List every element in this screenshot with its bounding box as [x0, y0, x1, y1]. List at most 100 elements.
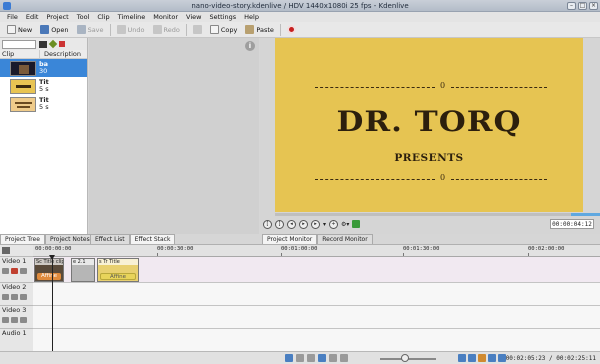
forward-button[interactable]: ▸	[311, 219, 320, 229]
set-zone-start-button[interactable]: [	[263, 219, 272, 229]
track-header-video-3[interactable]: Video 3	[0, 306, 33, 329]
audio-thumbnail-icon[interactable]	[468, 354, 476, 362]
timeline-tools-icon[interactable]	[2, 247, 10, 254]
monitor-screen[interactable]: 0 DR. TORQ PRESENTS 0	[275, 38, 583, 212]
menu-edit[interactable]: Edit	[22, 12, 43, 22]
track-height-icon[interactable]	[329, 354, 337, 362]
razor-tool-icon[interactable]	[296, 354, 304, 362]
menu-project[interactable]: Project	[42, 12, 72, 22]
select-tool-icon[interactable]	[285, 354, 293, 362]
tab-effect-list[interactable]: Effect List	[90, 234, 130, 244]
ruler-tick	[281, 253, 282, 256]
tab-project-notes[interactable]: Project Notes	[44, 234, 95, 244]
check-icon[interactable]	[352, 220, 361, 228]
thumbnail-toggle-icon[interactable]	[458, 354, 466, 362]
lock-icon[interactable]	[2, 294, 9, 300]
tab-project-monitor[interactable]: Project Monitor	[262, 234, 318, 244]
track-lane-video-3[interactable]	[33, 306, 600, 329]
tab-effect-stack[interactable]: Effect Stack	[129, 234, 176, 244]
minimize-button[interactable]: –	[567, 2, 576, 10]
menu-bar: File Edit Project Tool Clip Timeline Mon…	[0, 12, 600, 22]
menu-help[interactable]: Help	[240, 12, 263, 22]
tab-record-monitor[interactable]: Record Monitor	[317, 234, 373, 244]
effect-badge: Affine	[100, 273, 136, 280]
divider-line-top-left	[315, 87, 435, 88]
set-zone-end-button[interactable]: ]	[275, 219, 284, 229]
undo-icon	[116, 25, 126, 34]
record-button[interactable]	[283, 23, 300, 37]
clip-search-input[interactable]	[2, 39, 36, 49]
markers-toggle-icon[interactable]	[478, 354, 486, 362]
delete-clip-icon[interactable]	[59, 41, 65, 47]
copy-button[interactable]: Copy	[206, 23, 242, 37]
timeline-clip[interactable]: s Tr Title Affine	[97, 258, 139, 282]
add-clip-icon[interactable]	[39, 40, 47, 48]
track-lane-audio-1[interactable]	[33, 329, 600, 352]
lock-icon[interactable]	[2, 268, 9, 274]
tab-project-tree[interactable]: Project Tree	[0, 234, 45, 244]
title-subtitle: PRESENTS	[394, 152, 464, 164]
monitor-timecode-field[interactable]: 00:00:04:12	[550, 219, 594, 229]
window-controls: – □ ×	[567, 2, 598, 10]
track-header-video-2[interactable]: Video 2	[0, 283, 33, 306]
clip-item[interactable]: Tit 5 s	[0, 77, 87, 95]
menu-settings[interactable]: Settings	[205, 12, 240, 22]
window-title: nano-video-story.kdenlive / HDV 1440x108…	[191, 2, 409, 10]
save-button[interactable]: Save	[73, 23, 108, 37]
track-name: Video 3	[2, 306, 27, 314]
clip-duration: 5 s	[39, 103, 49, 111]
clip-item[interactable]: ba 30	[0, 59, 87, 77]
menu-tool[interactable]: Tool	[73, 12, 94, 22]
save-icon	[76, 25, 86, 34]
menu-file[interactable]: File	[3, 12, 22, 22]
spacer-tool-icon[interactable]	[307, 354, 315, 362]
chevron-down-icon[interactable]: ▾	[323, 221, 326, 228]
column-description[interactable]: Description	[40, 50, 81, 58]
timeline-clip[interactable]: e 2.1	[71, 258, 95, 282]
hide-video-icon[interactable]	[11, 268, 18, 274]
timeline-ruler[interactable]: 00:00:00:00 00:00:30:00 00:01:00:00 00:0…	[33, 245, 600, 257]
column-clip[interactable]: Clip	[0, 50, 40, 58]
track-lane-video-2[interactable]	[33, 283, 600, 306]
hide-video-icon[interactable]	[11, 317, 18, 323]
mute-icon[interactable]	[20, 317, 27, 323]
track-header-audio-1[interactable]: Audio 1	[0, 329, 33, 352]
playhead-marker[interactable]	[49, 255, 55, 260]
new-button[interactable]: New	[3, 23, 36, 37]
lock-icon[interactable]	[2, 317, 9, 323]
track-header-video-1[interactable]: Video 1	[0, 257, 33, 283]
timeline-playhead[interactable]	[52, 255, 53, 355]
open-button[interactable]: Open	[36, 23, 72, 37]
pencil-icon[interactable]	[48, 39, 58, 49]
clip-item[interactable]: Tit 5 s	[0, 95, 87, 113]
snap-icon[interactable]	[318, 354, 326, 362]
title-headline: DR. TORQ	[336, 105, 522, 139]
add-marker-button[interactable]: +	[329, 219, 339, 229]
ripple-toggle-icon[interactable]	[488, 354, 496, 362]
menu-monitor[interactable]: Monitor	[149, 12, 182, 22]
timeline-clip[interactable]: Sc Title clip Affine	[34, 258, 64, 282]
play-button[interactable]: ▸	[299, 219, 308, 229]
undo-button[interactable]: Undo	[113, 23, 149, 37]
hide-video-icon[interactable]	[11, 294, 18, 300]
mute-icon[interactable]	[20, 294, 27, 300]
track-lane-video-1[interactable]: Sc Title clip Affine e 2.1 s Tr Title Af…	[33, 257, 600, 283]
ornament-ring-top: 0	[440, 81, 446, 90]
zoom-out-icon[interactable]	[340, 354, 348, 362]
menu-view[interactable]: View	[182, 12, 205, 22]
menu-clip[interactable]: Clip	[93, 12, 113, 22]
zoom-slider-handle[interactable]	[401, 354, 409, 362]
info-icon[interactable]: i	[245, 41, 255, 51]
close-button[interactable]: ×	[589, 2, 598, 10]
ruler-tick	[528, 253, 529, 256]
monitor-seek-bar[interactable]	[275, 213, 600, 216]
cut-button[interactable]	[189, 23, 206, 37]
record-icon	[286, 25, 296, 34]
mute-icon[interactable]	[20, 268, 27, 274]
rewind-button[interactable]: ◂	[287, 219, 296, 229]
paste-button[interactable]: Paste	[241, 23, 278, 37]
menu-timeline[interactable]: Timeline	[114, 12, 150, 22]
maximize-button[interactable]: □	[578, 2, 587, 10]
settings-dropdown-icon[interactable]: ⚙▾	[341, 221, 349, 228]
redo-button[interactable]: Redo	[149, 23, 184, 37]
